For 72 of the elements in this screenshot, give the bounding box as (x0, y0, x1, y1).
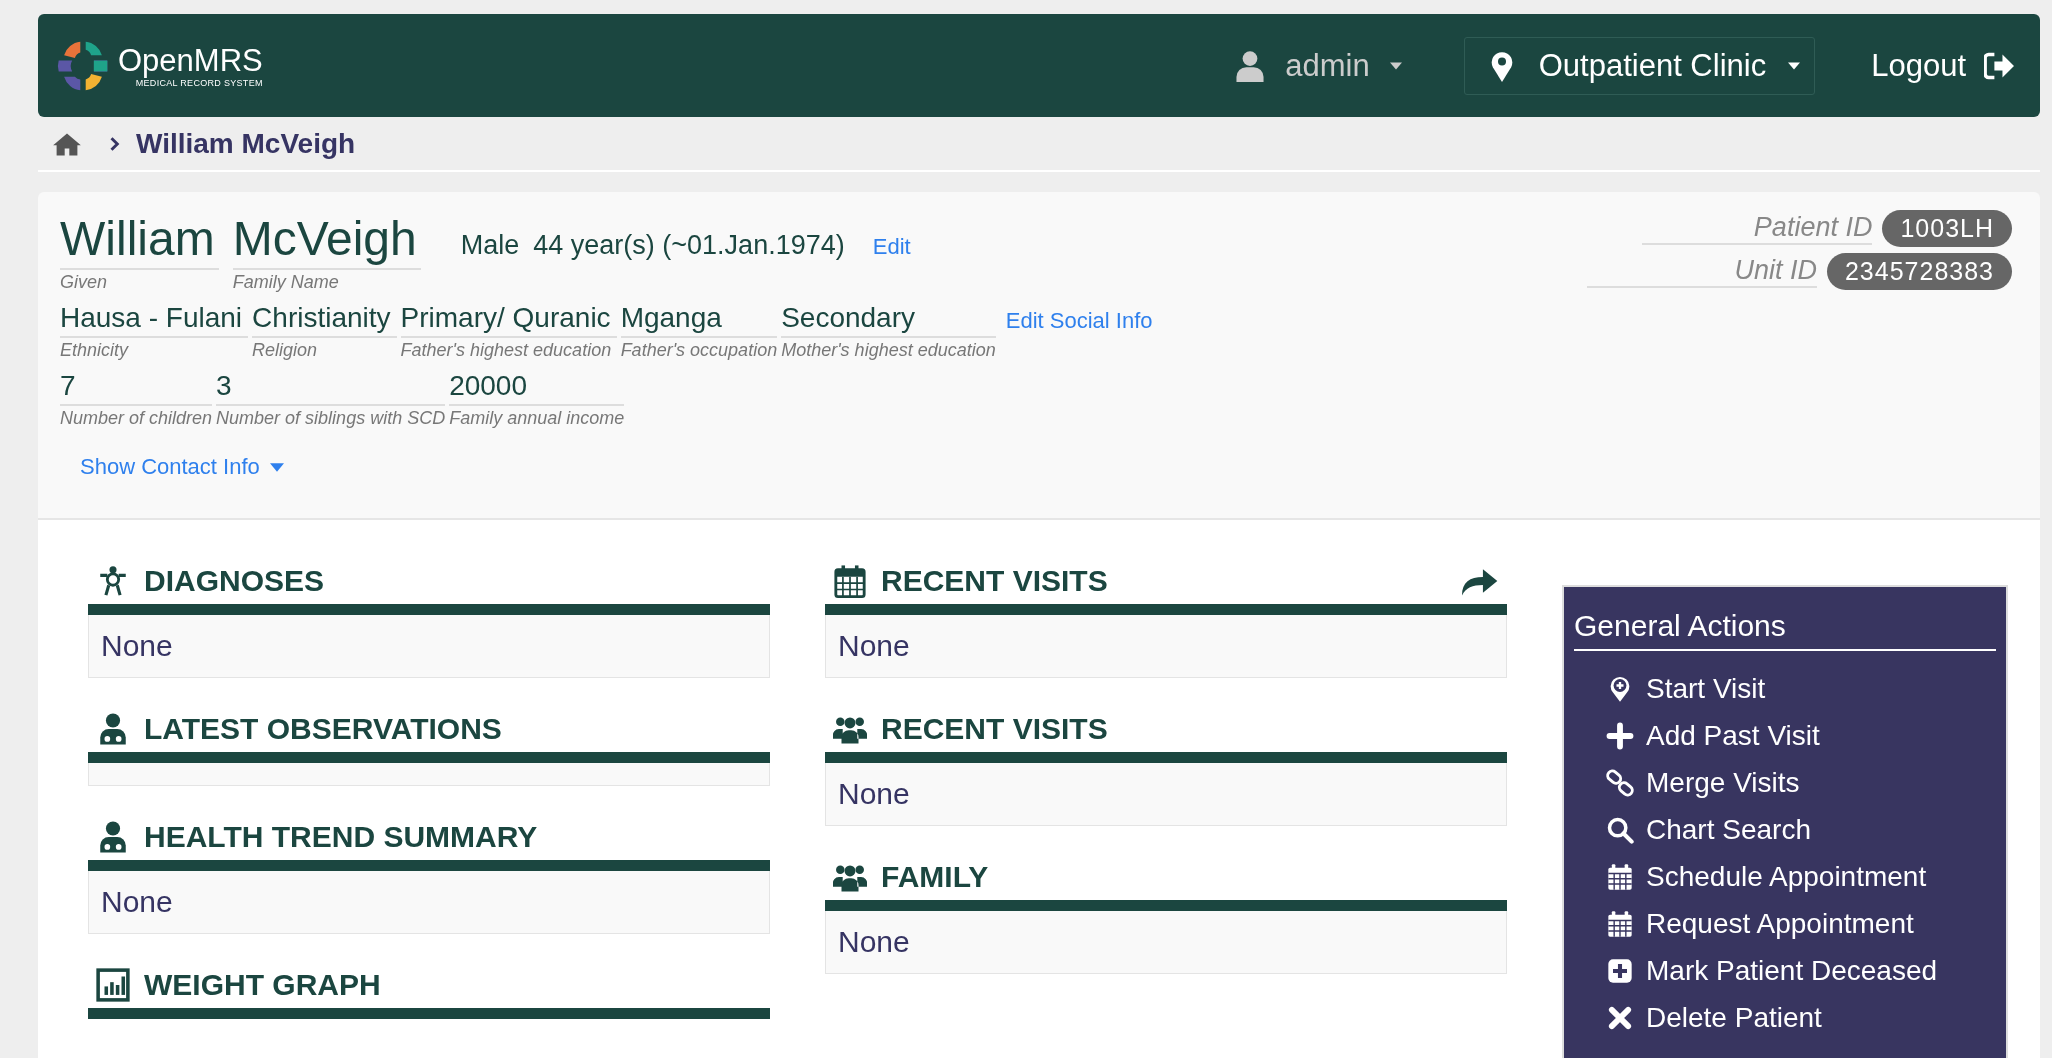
field-label: Number of siblings with SCD (216, 407, 446, 430)
search-icon (1606, 815, 1634, 844)
field-value: Christianity (252, 300, 397, 338)
widget-title: WEIGHT GRAPH (144, 968, 381, 1002)
logout-label: Logout (1871, 47, 1966, 84)
identifier-badge: 1003LH (1882, 210, 2012, 247)
show-contact-info-link[interactable]: Show Contact Info (80, 454, 284, 480)
chevron-icon (110, 136, 120, 151)
age: 44 year(s) (~01.Jan.1974) (533, 230, 845, 261)
gender: Male (460, 230, 520, 261)
widget-content: None (101, 885, 173, 918)
caret-icon (1788, 61, 1801, 70)
user-menu[interactable]: admin (1229, 46, 1408, 85)
widget-content: None (838, 777, 910, 810)
field-label: Family annual income (449, 407, 625, 430)
caret-icon (1389, 61, 1402, 70)
field-value: 20000 (449, 368, 625, 406)
location-dropdown[interactable]: Outpatient Clinic (1463, 36, 1816, 95)
action-link[interactable]: Request Appointment (1574, 900, 1996, 947)
calendar-icon (1606, 862, 1634, 891)
widget-title: LATEST OBSERVATIONS (144, 712, 502, 746)
action-link[interactable]: Delete Patient (1574, 994, 1996, 1041)
action-link[interactable]: Mark Patient Deceased (1574, 947, 1996, 994)
given-name: William (60, 210, 219, 270)
field-label: Father's occupation (620, 339, 778, 362)
widget-title: RECENT VISITS (881, 564, 1108, 598)
widget-title: DIAGNOSES (144, 564, 325, 598)
identifier-label: Unit ID (1586, 255, 1817, 288)
bar-chart-icon (96, 967, 130, 1003)
field-value: 7 (60, 368, 213, 406)
chain-link-icon (1606, 768, 1634, 797)
widget-title: FAMILY (881, 860, 989, 894)
identifier-label: Patient ID (1642, 212, 1873, 245)
field-value: Primary/ Quranic (400, 300, 617, 338)
identifier-badge: 2345728383 (1826, 253, 2012, 290)
widget-title: HEALTH TREND SUMMARY (144, 820, 538, 854)
calendar-icon (1606, 909, 1634, 938)
logout-button[interactable]: Logout (1865, 46, 2020, 85)
logo-name: OpenMRS (118, 43, 263, 78)
widget-title: RECENT VISITS (881, 712, 1108, 746)
panel-title: General Actions (1574, 609, 1996, 651)
plus-icon (1606, 721, 1634, 750)
field-value: Mganga (620, 300, 778, 338)
edit-social-info-link[interactable]: Edit Social Info (1005, 308, 1153, 334)
field-label: Father's highest education (400, 339, 613, 362)
family-name: McVeigh (232, 210, 421, 270)
field-value: Hausa - Fulani (60, 300, 249, 338)
field-label: Family Name (232, 271, 340, 294)
user-icon (1235, 49, 1266, 82)
widget-content: None (838, 925, 910, 958)
action-link[interactable]: Add Past Visit (1574, 712, 1996, 759)
edit-link[interactable]: Edit (872, 234, 911, 260)
field-value: 3 (216, 368, 446, 406)
user-name: admin (1285, 47, 1370, 84)
widget-content: None (101, 629, 173, 662)
action-link[interactable]: Start Visit (1574, 665, 1996, 712)
field-label: Religion (252, 339, 319, 362)
calendar-icon (833, 563, 867, 599)
breadcrumb-current: William McVeigh (136, 127, 356, 160)
action-link[interactable]: Merge Visits (1574, 759, 1996, 806)
field-value: Secondary (781, 300, 996, 338)
location-name: Outpatient Clinic (1538, 47, 1767, 84)
field-label: Given (60, 271, 109, 294)
action-link[interactable]: Chart Search (1574, 806, 1996, 853)
caret-icon (269, 462, 284, 472)
field-label: Ethnicity (60, 339, 130, 362)
plus-square-icon (1606, 956, 1634, 985)
widget-content: None (838, 629, 910, 662)
logo-tagline: MEDICAL RECORD SYSTEM (135, 77, 263, 88)
field-label: Mother's highest education (781, 339, 996, 362)
action-link[interactable]: Schedule Appointment (1574, 853, 1996, 900)
field-label: Number of children (60, 407, 213, 430)
